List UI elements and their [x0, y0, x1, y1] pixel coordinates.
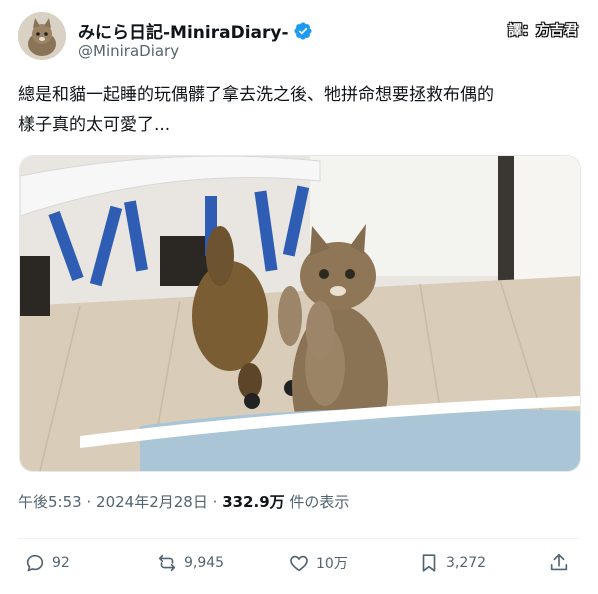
- tweet-text: 總是和貓一起睡的玩偶髒了拿去洗之後、牠拼命想要拯救布偶的 樣子真的太可愛了...: [18, 80, 584, 140]
- retweet-count: 9,945: [184, 555, 225, 571]
- retweet-icon: [158, 554, 176, 572]
- tweet-media-video[interactable]: [19, 155, 581, 472]
- like-button[interactable]: 10万: [288, 552, 348, 574]
- divider: [18, 538, 580, 539]
- share-button[interactable]: [548, 552, 570, 574]
- action-bar: 92 9,945 10万 3,272: [18, 552, 580, 580]
- heart-icon: [290, 555, 308, 572]
- views-count: 332.9万: [222, 493, 285, 511]
- share-icon: [550, 553, 568, 571]
- cat-avatar-icon: [18, 12, 66, 60]
- meta-separator: ·: [212, 493, 218, 511]
- tweet-header: みにら日記-MiniraDiary- @MiniraDiary 譯：方吉君: [18, 12, 580, 64]
- tweet-date[interactable]: 2024年2月28日: [96, 493, 208, 511]
- meta-separator: ·: [86, 493, 92, 511]
- display-name[interactable]: みにら日記-MiniraDiary-: [78, 18, 289, 43]
- reply-button[interactable]: 92: [24, 552, 70, 574]
- reply-icon: [26, 554, 44, 572]
- reply-count: 92: [52, 555, 70, 571]
- bookmark-icon: [422, 554, 436, 572]
- retweet-button[interactable]: 9,945: [156, 552, 224, 574]
- tweet-text-line: 總是和貓一起睡的玩偶髒了拿去洗之後、牠拼命想要拯救布偶的: [18, 85, 494, 105]
- tweet-meta: 午後5:53 · 2024年2月28日 · 332.9万 件の表示: [18, 491, 349, 512]
- cat-with-plush-image: [20, 156, 580, 471]
- tweet-text-line: 樣子真的太可愛了...: [18, 115, 171, 135]
- verified-badge-icon: [293, 21, 312, 40]
- like-count: 10万: [316, 556, 348, 572]
- bookmark-button[interactable]: 3,272: [418, 552, 486, 574]
- avatar[interactable]: [18, 12, 66, 60]
- handle[interactable]: @MiniraDiary: [78, 42, 179, 60]
- translator-credit: 譯：方吉君: [508, 23, 578, 39]
- tweet-time[interactable]: 午後5:53: [18, 493, 82, 511]
- views-label: 件の表示: [289, 493, 350, 511]
- bookmark-count: 3,272: [446, 555, 487, 571]
